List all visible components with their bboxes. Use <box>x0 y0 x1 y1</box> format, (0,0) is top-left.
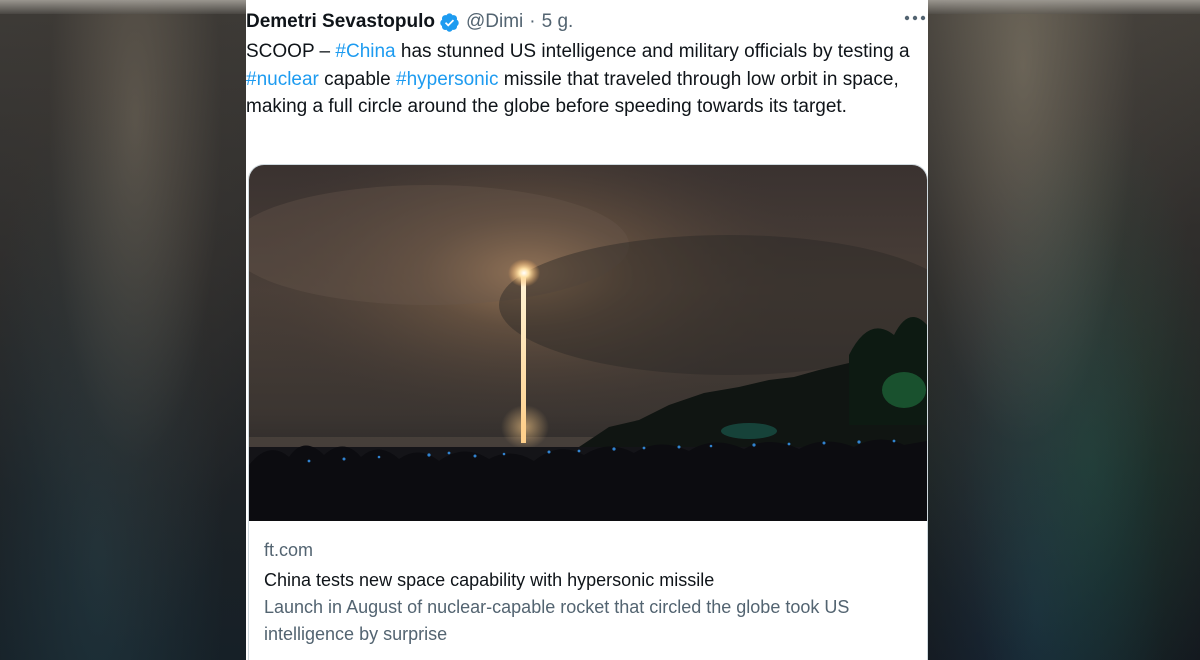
author-handle[interactable]: @Dimi <box>466 11 523 33</box>
card-title[interactable]: China tests new space capability with hy… <box>264 567 914 594</box>
tweet-timestamp[interactable]: 5 g. <box>542 11 574 33</box>
card-image-rocket-launch[interactable] <box>249 165 927 521</box>
link-preview-card[interactable]: ft.com China tests new space capability … <box>248 164 928 660</box>
separator-dot: · <box>529 11 536 32</box>
tweet-text-part: has stunned US intelligence and military… <box>395 41 910 62</box>
tweet-text-part: SCOOP – <box>246 41 336 62</box>
author-name[interactable]: Demetri Sevastopulo <box>246 11 435 33</box>
verified-badge-icon <box>440 12 459 32</box>
tweet-text-part: capable <box>318 68 397 90</box>
card-description: Launch in August of nuclear-capable rock… <box>264 597 850 644</box>
blurred-background-right <box>928 0 1200 660</box>
more-options-icon[interactable] <box>904 14 926 22</box>
card-body: ft.com China tests new space capability … <box>264 537 914 648</box>
card-domain: ft.com <box>264 540 314 560</box>
tweet-text: SCOOP – #China has stunned US intelligen… <box>246 38 918 121</box>
tweet-header: Demetri Sevastopulo @Dimi · 5 g. <box>246 8 573 36</box>
hashtag-nuclear[interactable]: #nuclear <box>246 69 319 90</box>
hashtag-china[interactable]: #China <box>335 41 395 62</box>
hashtag-hypersonic[interactable]: #hypersonic <box>396 69 498 90</box>
tweet: Demetri Sevastopulo @Dimi · 5 g. SCOOP –… <box>246 0 928 660</box>
blurred-background-left <box>0 0 246 660</box>
